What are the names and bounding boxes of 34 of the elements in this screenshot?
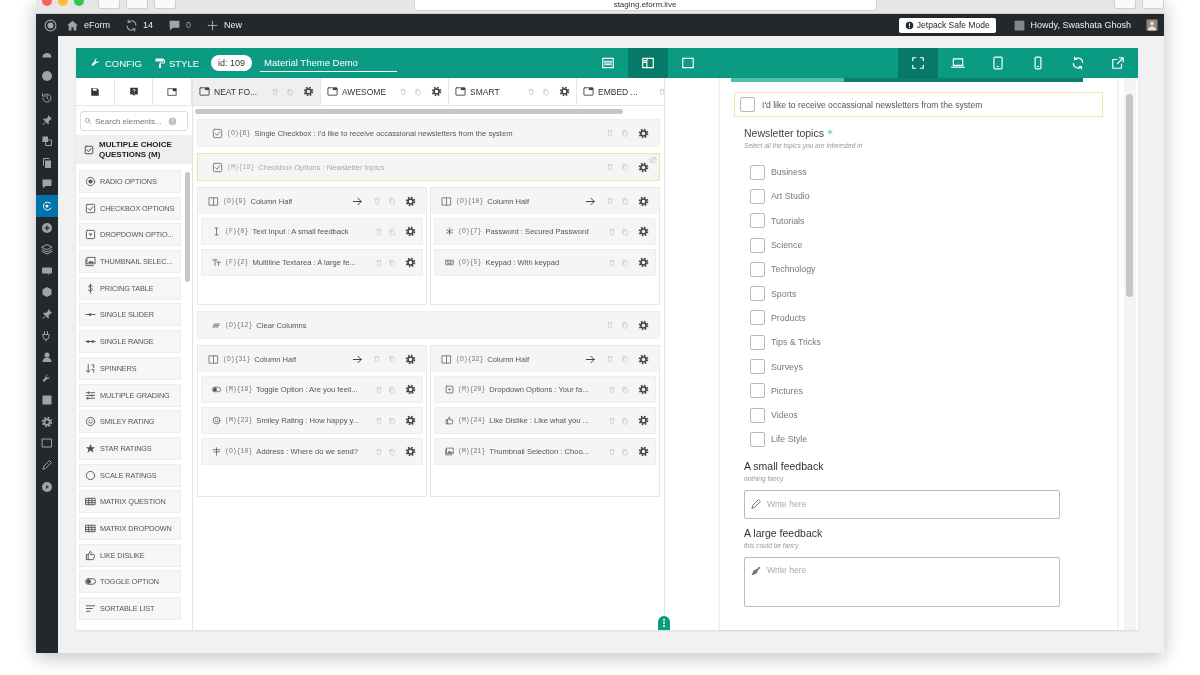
- field-label: A small feedback: [744, 459, 825, 472]
- safe-mode-button[interactable]: Jetpack Safe Mode: [898, 17, 996, 33]
- tab-label: AWESOME: [342, 86, 387, 97]
- option-label: Videos: [771, 410, 798, 421]
- group-title: MULTIPLE CHOICE QUESTIONS (M): [99, 140, 173, 159]
- address-bar[interactable]: staging.eform.live: [413, 0, 877, 11]
- option-label: Surveys: [771, 361, 803, 372]
- field-label: A large feedback: [744, 526, 824, 539]
- textarea-field[interactable]: Write here: [744, 556, 1060, 607]
- form-id-badge: id: 109: [211, 55, 253, 71]
- updates-count[interactable]: 14: [143, 20, 154, 30]
- new-link[interactable]: New: [224, 20, 243, 30]
- question-title: Newsletter topics: [744, 127, 824, 139]
- option-label: Business: [771, 167, 807, 178]
- search-field[interactable]: Search elements...: [80, 111, 188, 131]
- text-field[interactable]: Write here: [744, 489, 1060, 519]
- option-label: Sports: [771, 288, 797, 299]
- option-label: Art Studio: [771, 191, 810, 202]
- checkbox-label: I'd like to receive occassional newsletters from the system: [762, 99, 983, 110]
- user-greeting[interactable]: Howdy, Swashata Ghosh: [1030, 20, 1131, 30]
- group-header[interactable]: MULTIPLE CHOICE QUESTIONS (M): [76, 135, 192, 164]
- option-label: Life Style: [771, 434, 808, 445]
- option-label: Products: [771, 312, 806, 323]
- comments-count[interactable]: 0: [186, 20, 192, 30]
- tab-label: EMBED ...: [598, 86, 638, 97]
- option-label: Pictures: [771, 385, 803, 396]
- tab-label: SMART: [470, 86, 500, 97]
- site-link[interactable]: eForm: [84, 20, 110, 30]
- page-tab[interactable]: NEAT FO...: [193, 78, 321, 105]
- option-label: Tips & Tricks: [771, 337, 821, 348]
- option-label: Technology: [771, 264, 816, 275]
- tab-label: NEAT FO...: [214, 86, 258, 97]
- option-label: Tutorials: [771, 215, 805, 226]
- option-label: Science: [771, 240, 803, 251]
